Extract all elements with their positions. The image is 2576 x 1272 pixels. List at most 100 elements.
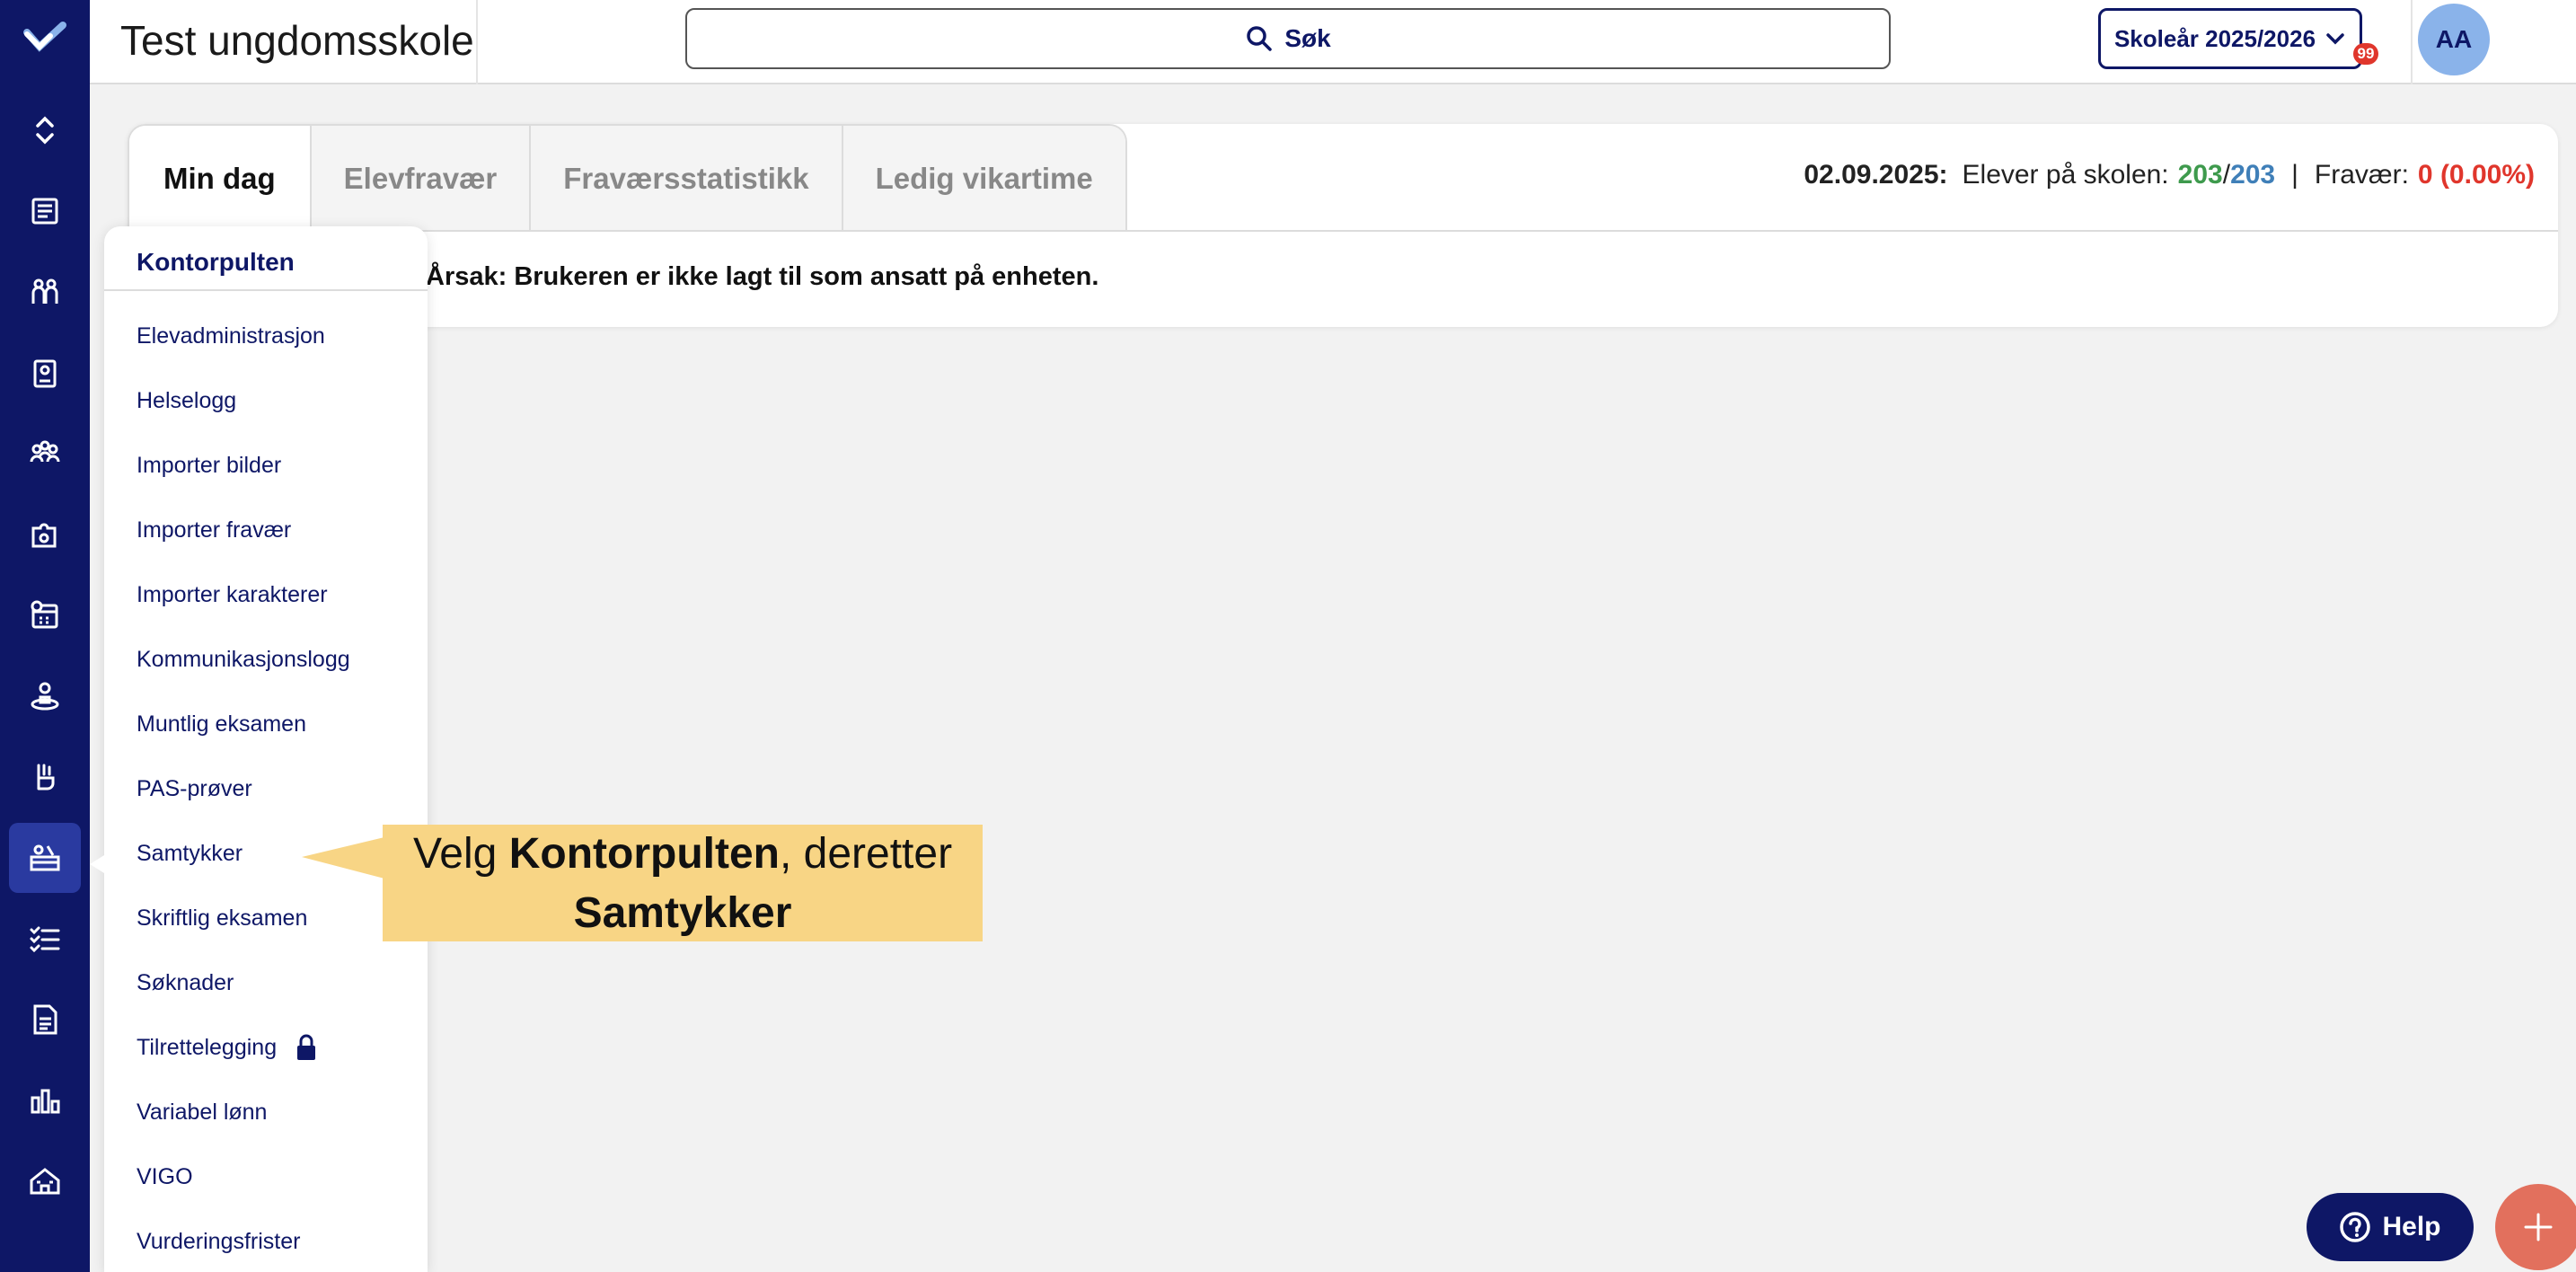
menu-item-kommunikasjonslogg[interactable]: Kommunikasjonslogg [137, 647, 350, 673]
school-year-label: Skoleår 2025/2026 [2113, 24, 2316, 52]
menu-item-skriftlig-eksamen[interactable]: Skriftlig eksamen [137, 905, 307, 932]
menu-item-label: PAS-prøver [137, 776, 252, 801]
nav-puzzle[interactable] [9, 499, 81, 570]
summary-date: 02.09.2025: [1804, 160, 1948, 190]
menu-item-label: Kommunikasjonslogg [137, 647, 350, 672]
callout-line-2: Samtykker [383, 884, 983, 943]
absence-value: 0 (0.00%) [2417, 160, 2535, 190]
question-icon [2340, 1212, 2371, 1242]
lock-icon [297, 1034, 316, 1060]
menu-item-label: Vurderingsfrister [137, 1229, 301, 1254]
menu-item-label: VIGO [137, 1164, 193, 1189]
search-label: Søk [1284, 24, 1331, 52]
plus-icon [2524, 1213, 2553, 1241]
menu-pointer [90, 855, 104, 873]
nav-kontorpulten[interactable] [9, 823, 81, 893]
menu-item-label: Søknader [137, 970, 234, 995]
bar-chart-icon [31, 1089, 60, 1114]
menu-item-elevadministrasjon[interactable]: Elevadministrasjon [137, 323, 325, 349]
groups-icon [30, 440, 60, 463]
stats-pipe: | [2291, 160, 2298, 190]
tab-fravaersstatistikk[interactable]: Fraværsstatistikk [529, 126, 842, 230]
menu-item-label: Muntlig eksamen [137, 711, 306, 737]
attendance-summary: 02.09.2025: Elever på skolen: 203 / 203 … [1804, 160, 2535, 190]
students-separator: / [2222, 160, 2231, 190]
menu-divider [104, 289, 428, 291]
main-card: Min dag Elevfravær Fraværsstatistikk Led… [128, 124, 2558, 327]
callout-line-1: Velg Kontorpulten, deretter [383, 825, 983, 884]
menu-item-label: Helselogg [137, 388, 237, 413]
callout-text: Velg [412, 830, 509, 878]
nav-news[interactable] [9, 176, 81, 246]
menu-item-tilrettelegging[interactable]: Tilrettelegging [137, 1033, 318, 1062]
nav-school[interactable] [9, 1146, 81, 1216]
menu-item-label: Importer bilder [137, 453, 282, 478]
students-total: 203 [2230, 160, 2276, 190]
menu-item-label: Importer karakterer [137, 582, 328, 607]
menu-title: Kontorpulten [137, 248, 295, 276]
office-desk-icon [30, 844, 60, 871]
search-icon [1247, 26, 1273, 51]
menu-item-soknader[interactable]: Søknader [137, 970, 234, 996]
school-year-selector[interactable]: Skoleår 2025/2026 [2098, 8, 2362, 69]
avatar[interactable]: AA [2418, 4, 2490, 75]
menu-item-vigo[interactable]: VIGO [137, 1164, 193, 1190]
menu-item-vurderingsfrister[interactable]: Vurderingsfrister [137, 1229, 300, 1255]
school-icon [30, 1168, 60, 1195]
calendar-icon [31, 600, 58, 629]
menu-item-importer-bilder[interactable]: Importer bilder [137, 453, 281, 479]
instruction-callout: Velg Kontorpulten, deretter Samtykker [383, 825, 983, 941]
news-icon [31, 198, 58, 225]
menu-item-label: Tilrettelegging [137, 1034, 278, 1060]
menu-item-label: Importer fravær [137, 517, 292, 543]
nav-hand[interactable] [9, 742, 81, 812]
header-divider-right [2411, 0, 2413, 84]
menu-item-label: Variabel lønn [137, 1100, 268, 1125]
error-message: Årsak: Brukeren er ikke lagt til som ans… [426, 262, 1099, 291]
menu-item-importer-karakterer[interactable]: Importer karakterer [137, 582, 328, 608]
nav-groups[interactable] [9, 419, 81, 489]
nav-badge[interactable] [9, 338, 81, 408]
callout-bold: Kontorpulten [508, 830, 780, 878]
expand-collapse-button[interactable] [9, 95, 81, 165]
document-icon [33, 1004, 57, 1035]
students-present: 203 [2177, 160, 2223, 190]
callout-text: , deretter [779, 830, 953, 878]
nav-students[interactable] [9, 257, 81, 327]
students-label: Elever på skolen: [1962, 160, 2169, 190]
tab-ledig-vikartime[interactable]: Ledig vikartime [841, 126, 1125, 230]
checklist-icon [30, 926, 60, 953]
menu-item-label: Skriftlig eksamen [137, 905, 308, 931]
callout-bold: Samtykker [573, 889, 792, 937]
kontorpulten-menu: Kontorpulten Elevadministrasjon Helselog… [104, 226, 428, 1272]
menu-item-importer-fravaer[interactable]: Importer fravær [137, 517, 291, 543]
help-label: Help [2382, 1212, 2441, 1241]
help-button[interactable]: Help [2307, 1193, 2474, 1261]
nav-person-rings[interactable] [9, 661, 81, 731]
top-header: Test ungdomsskole Søk Skoleår 2025/2026 [90, 0, 2576, 84]
nav-statistics[interactable] [9, 1065, 81, 1135]
nav-checklist[interactable] [9, 904, 81, 974]
add-button[interactable] [2495, 1184, 2576, 1270]
tab-divider [128, 230, 2558, 232]
callout-arrow [302, 837, 384, 879]
menu-item-label: Samtykker [137, 841, 243, 866]
nav-calendar[interactable] [9, 580, 81, 650]
chevron-down-icon [2326, 33, 2344, 45]
menu-item-muntlig-eksamen[interactable]: Muntlig eksamen [137, 711, 306, 738]
menu-item-label: Elevadministrasjon [137, 323, 325, 349]
side-navigation [0, 0, 90, 1272]
students-icon [31, 278, 58, 304]
tab-min-dag[interactable]: Min dag [129, 126, 310, 230]
nav-document[interactable] [9, 985, 81, 1055]
badge-icon [33, 359, 57, 388]
logo-icon[interactable] [23, 16, 66, 59]
search-input[interactable]: Søk [685, 8, 1891, 69]
tab-elevfravaer[interactable]: Elevfravær [309, 126, 530, 230]
menu-item-samtykker[interactable]: Samtykker [137, 841, 243, 867]
menu-item-pas-prover[interactable]: PAS-prøver [137, 776, 252, 802]
menu-item-variabel-lonn[interactable]: Variabel lønn [137, 1100, 267, 1126]
absence-label: Fravær: [2314, 160, 2409, 190]
puzzle-icon [31, 523, 57, 548]
menu-item-helselogg[interactable]: Helselogg [137, 388, 236, 414]
